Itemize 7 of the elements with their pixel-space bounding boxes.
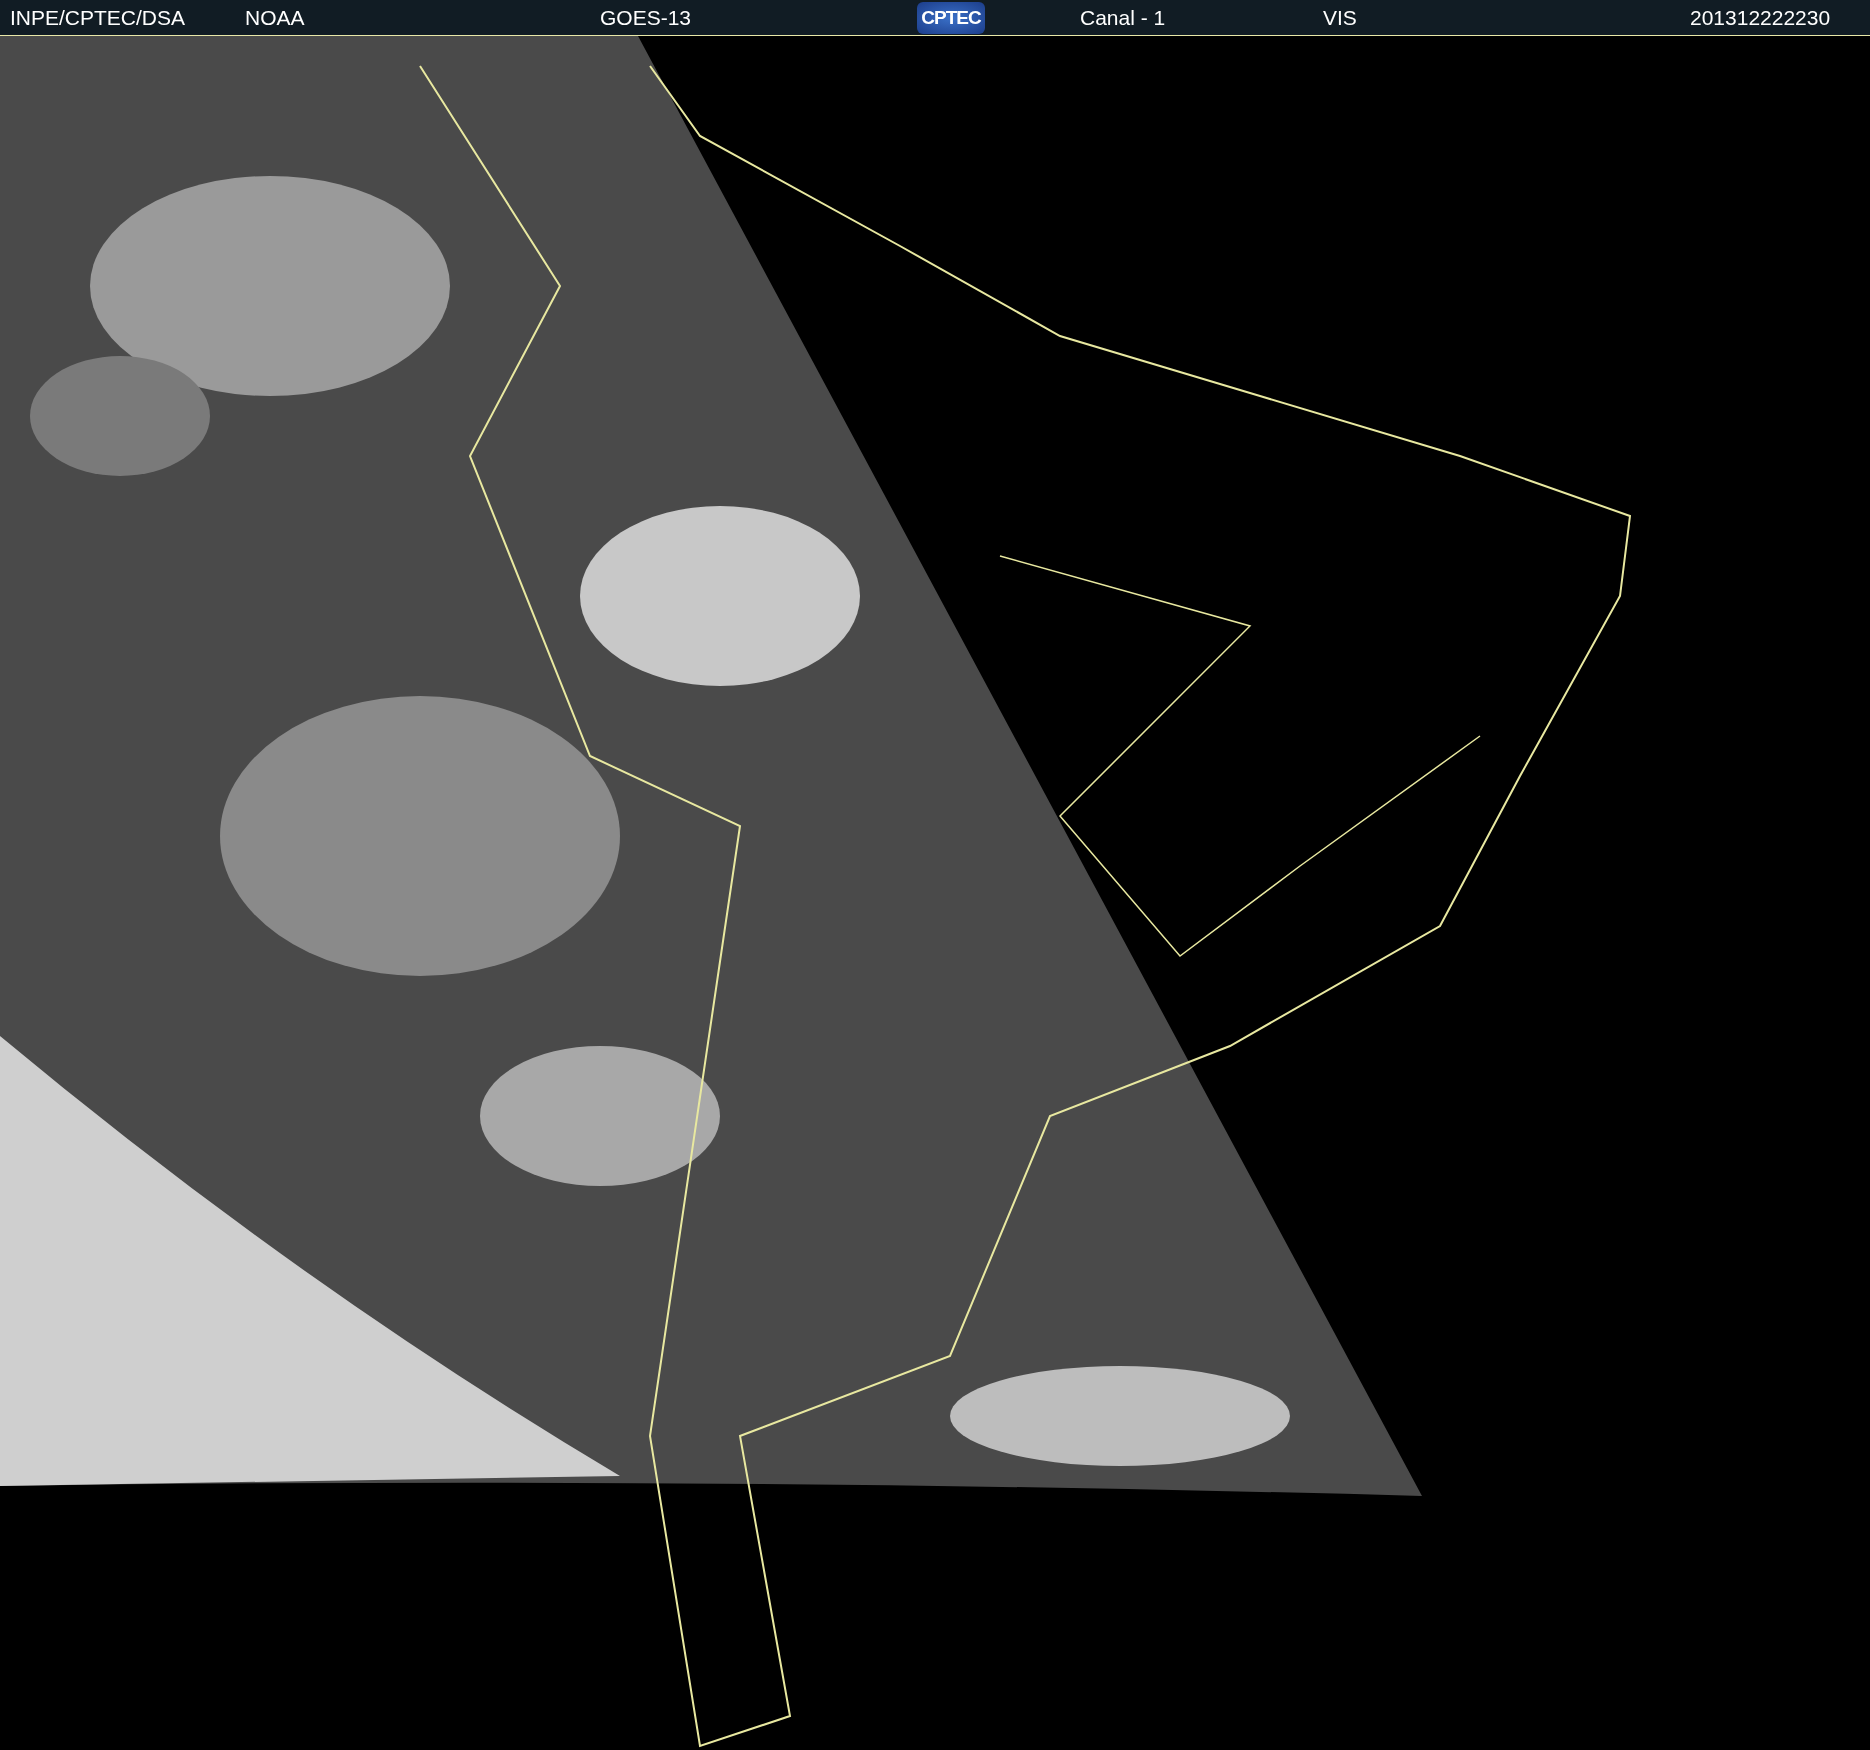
logo: CPTEC bbox=[917, 2, 985, 34]
header-label: Canal - 1 bbox=[1080, 5, 1166, 31]
header-label: NOAA bbox=[245, 5, 305, 31]
header-label: GOES-13 bbox=[600, 5, 692, 31]
header-label: 201312222230 bbox=[1690, 5, 1831, 31]
header-label: VIS bbox=[1323, 5, 1357, 31]
header-label: INPE/CPTEC/DSA bbox=[10, 5, 186, 31]
